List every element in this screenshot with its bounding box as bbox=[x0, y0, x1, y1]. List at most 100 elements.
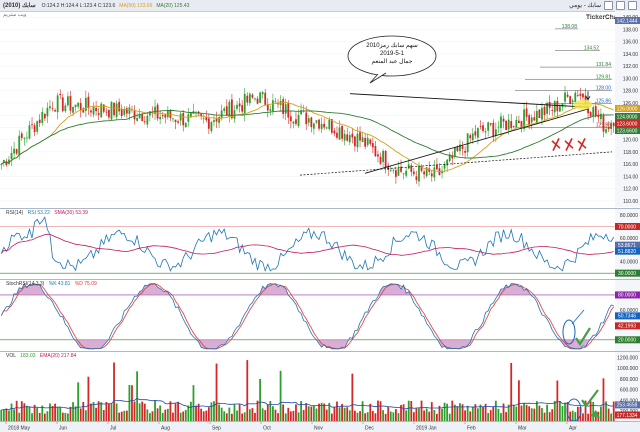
candle-body bbox=[238, 103, 241, 107]
candle-body bbox=[553, 101, 556, 113]
candle-body bbox=[307, 118, 310, 123]
candle-body bbox=[564, 92, 566, 102]
candle-body bbox=[254, 98, 256, 100]
volume-bar bbox=[133, 401, 136, 422]
rsi-tag-label: 70.0000 bbox=[618, 224, 636, 230]
close-icon[interactable] bbox=[628, 1, 637, 10]
candle-body bbox=[79, 103, 82, 111]
volume-bar bbox=[323, 403, 326, 422]
price-tag-label: 124.8000 bbox=[617, 114, 638, 120]
vol-tag-label: 253.4658 bbox=[617, 403, 638, 409]
candle-body bbox=[215, 118, 218, 122]
candle-body bbox=[56, 95, 59, 113]
candle-body bbox=[525, 108, 528, 117]
volume-bar bbox=[492, 406, 495, 422]
chart-application: سابك (2010) O:124.2 H:124.4 L:123.4 C:12… bbox=[0, 0, 640, 432]
volume-bar bbox=[553, 400, 556, 422]
rsi-pane[interactable]: RSI(14) RSI 53.22 SMA(30) 53.39 80.0000 7… bbox=[0, 208, 640, 279]
candle-body bbox=[348, 135, 351, 143]
price-tick-label: 136.00 bbox=[623, 40, 639, 46]
stoch-pane[interactable]: StochRSI(14,3,3) %K 43.81 %D 75.09 80.00… bbox=[0, 279, 640, 351]
price-chart[interactable]: 140.00138.00136.00134.00132.00130.00128.… bbox=[0, 11, 640, 207]
volume-bar bbox=[343, 407, 346, 422]
candle-body bbox=[512, 126, 515, 127]
volume-bar bbox=[520, 405, 523, 422]
volume-bar bbox=[138, 403, 141, 422]
candle-body bbox=[164, 114, 167, 118]
candle-body bbox=[33, 125, 36, 133]
volume-bar bbox=[482, 407, 484, 422]
volume-bar bbox=[315, 408, 318, 422]
candle-body bbox=[256, 98, 259, 104]
volume-bar bbox=[459, 403, 461, 422]
volume-bar bbox=[169, 401, 172, 422]
ohlc-readout: O:124.2 H:124.4 L:123.4 C:123.6 bbox=[41, 2, 116, 9]
candle-body bbox=[77, 102, 80, 107]
candle-body bbox=[494, 129, 497, 136]
volume-bar bbox=[387, 406, 390, 422]
candle-body bbox=[436, 165, 438, 170]
volume-bar bbox=[218, 404, 220, 422]
volume-bar bbox=[456, 406, 459, 422]
volume-bar bbox=[28, 406, 31, 422]
volume-bar bbox=[136, 371, 138, 422]
candle-body bbox=[282, 99, 285, 114]
volume-bar bbox=[195, 405, 197, 422]
volume-bar bbox=[295, 404, 297, 422]
candle-body bbox=[172, 118, 174, 120]
maximize-icon[interactable] bbox=[616, 1, 625, 10]
candle-body bbox=[51, 108, 54, 109]
price-tick-label: 116.00 bbox=[623, 162, 638, 168]
candle-body bbox=[59, 93, 62, 96]
candle-body bbox=[220, 110, 223, 119]
candle-body bbox=[333, 130, 336, 134]
candle-body bbox=[464, 150, 466, 153]
volume-pane[interactable]: VOL 183.03 EMA(20) 217.84 1200.000 1000.0… bbox=[0, 351, 640, 422]
stoch-k-value: %K 43.81 bbox=[48, 281, 71, 287]
candle-body bbox=[605, 129, 607, 133]
volume-bar bbox=[510, 362, 513, 422]
settings-icon[interactable] bbox=[604, 1, 613, 10]
candle-body bbox=[461, 146, 464, 149]
volume-bar bbox=[477, 408, 479, 422]
volume-bar bbox=[415, 408, 418, 422]
candle-body bbox=[535, 111, 538, 123]
candle-body bbox=[538, 109, 541, 118]
candle-body bbox=[505, 120, 507, 131]
candle-body bbox=[507, 119, 510, 130]
candle-body bbox=[246, 95, 249, 103]
candle-body bbox=[297, 115, 300, 127]
price-tick-label: 132.00 bbox=[623, 64, 639, 70]
stoch-chart[interactable]: 80.000060.000040.000020.000080.000050.73… bbox=[0, 280, 640, 351]
candle-body bbox=[241, 105, 244, 112]
volume-bar bbox=[407, 400, 410, 422]
rsi-chart[interactable]: 80.000070.000060.000050.000040.000030.00… bbox=[0, 209, 640, 279]
candle-body bbox=[277, 103, 279, 105]
candle-body bbox=[528, 115, 531, 125]
candle-body bbox=[430, 173, 433, 177]
volume-chart[interactable]: 1200.0001000.000800.000600.000400.000200… bbox=[0, 352, 640, 422]
volume-bar bbox=[351, 373, 354, 422]
ma-fast-readout: MA(50) 123.66 bbox=[119, 2, 153, 9]
volume-bar bbox=[51, 405, 54, 422]
stoch-d-value: %D 75.09 bbox=[74, 281, 97, 287]
candle-body bbox=[228, 101, 231, 117]
volume-bar bbox=[159, 405, 162, 422]
price-pane[interactable]: 140.00138.00136.00134.00132.00130.00128.… bbox=[0, 11, 640, 207]
candle-body bbox=[251, 94, 254, 98]
candle-body bbox=[351, 133, 354, 138]
price-tag-label: 123.6000 bbox=[617, 121, 638, 127]
volume-bar bbox=[131, 385, 133, 422]
candle-body bbox=[141, 114, 144, 122]
candle-body bbox=[182, 113, 185, 126]
volume-bar bbox=[238, 404, 241, 422]
candle-body bbox=[108, 109, 110, 118]
volume-bar bbox=[313, 405, 315, 422]
candle-body bbox=[38, 119, 41, 124]
volume-bar bbox=[446, 403, 449, 422]
candle-body bbox=[54, 110, 56, 112]
candle-body bbox=[569, 96, 572, 104]
candle-body bbox=[407, 164, 410, 169]
volume-bar bbox=[338, 407, 341, 422]
candle-body bbox=[541, 107, 543, 120]
